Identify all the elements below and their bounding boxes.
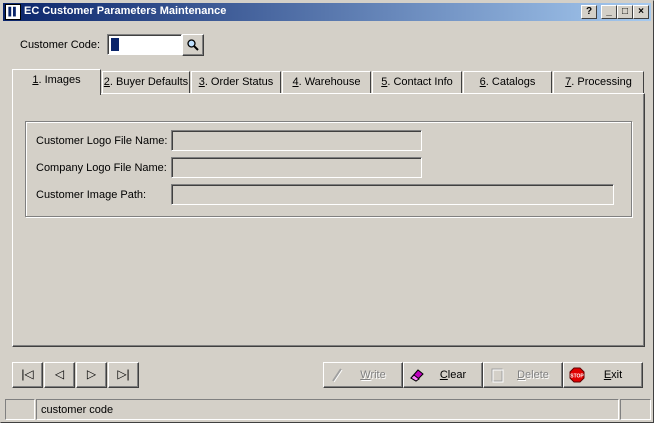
status-message: customer code <box>41 404 114 416</box>
customer-image-path-label: Customer Image Path: <box>36 189 147 201</box>
tab-buyer-defaults[interactable]: 2. Buyer Defaults <box>102 71 190 93</box>
customer-code-label: Customer Code: <box>20 39 101 51</box>
tab-contact-info[interactable]: 5. Contact Info <box>372 71 462 93</box>
stop-sign-text: STOP <box>570 374 584 380</box>
stop-sign-icon: STOP <box>569 367 585 383</box>
tab-warehouse[interactable]: 4. Warehouse <box>282 71 371 93</box>
write-label: rite <box>370 369 386 381</box>
tab-images[interactable]: 1. Images <box>12 69 101 95</box>
status-pane-left <box>5 399 35 420</box>
company-logo-label: Company Logo File Name: <box>36 162 167 174</box>
tab-images-label: . Images <box>38 74 81 86</box>
first-record-button[interactable]: |◁ <box>12 362 43 388</box>
customer-lookup-button[interactable] <box>182 34 204 56</box>
maximize-button[interactable]: □ <box>617 5 633 19</box>
delete-document-icon <box>491 368 504 383</box>
previous-record-button[interactable]: ◁ <box>44 362 75 388</box>
window-title: EC Customer Parameters Maintenance <box>24 5 227 17</box>
minimize-button[interactable]: _ <box>601 5 617 19</box>
customer-code-input[interactable] <box>107 34 182 55</box>
customer-logo-input[interactable] <box>171 130 422 151</box>
first-record-icon: |◁ <box>21 367 34 381</box>
next-record-icon: ▷ <box>86 367 97 381</box>
status-pane-message: customer code <box>36 399 619 420</box>
delete-button[interactable]: Delete <box>483 362 563 388</box>
text-cursor-selection <box>111 38 119 51</box>
clear-key: C <box>439 369 448 381</box>
tab-catalogs-label: . Catalogs <box>485 76 536 88</box>
write-button[interactable]: Write <box>323 362 403 388</box>
tab-processing-label: . Processing <box>571 76 632 88</box>
write-key: W <box>360 369 371 381</box>
search-icon <box>187 39 199 51</box>
customer-image-path-input[interactable] <box>171 184 614 205</box>
company-logo-input[interactable] <box>171 157 422 178</box>
app-window: ▌▌ EC Customer Parameters Maintenance ? … <box>0 0 654 423</box>
tab-contact-info-label: . Contact Info <box>387 76 453 88</box>
tab-buyer-defaults-label: . Buyer Defaults <box>109 76 189 88</box>
last-record-button[interactable]: ▷| <box>108 362 139 388</box>
clear-button[interactable]: Clear <box>403 362 483 388</box>
previous-record-icon: ◁ <box>54 367 65 381</box>
help-button[interactable]: ? <box>581 5 597 19</box>
clear-label: lear <box>447 369 467 381</box>
tab-order-status-label: . Order Status <box>204 76 274 88</box>
images-group-box: Customer Logo File Name: Company Logo Fi… <box>25 121 632 217</box>
tab-catalogs[interactable]: 6. Catalogs <box>463 71 552 93</box>
last-record-icon: ▷| <box>117 367 130 381</box>
close-button[interactable]: × <box>633 5 649 19</box>
app-icon: ▌▌ <box>5 4 21 20</box>
delete-key: D <box>517 369 526 381</box>
exit-label: xit <box>611 369 623 381</box>
status-pane-right <box>620 399 651 420</box>
eraser-icon <box>410 369 424 382</box>
tab-warehouse-label: . Warehouse <box>298 76 361 88</box>
exit-button[interactable]: STOP Exit <box>563 362 643 388</box>
images-tab-panel: Customer Logo File Name: Company Logo Fi… <box>12 93 645 347</box>
tab-processing[interactable]: 7. Processing <box>553 71 644 93</box>
status-bar: customer code <box>5 399 651 420</box>
pencil-icon <box>332 368 343 383</box>
delete-label: elete <box>525 369 549 381</box>
tab-order-status[interactable]: 3. Order Status <box>191 71 281 93</box>
title-bar[interactable]: ▌▌ EC Customer Parameters Maintenance ? … <box>3 3 651 21</box>
customer-logo-label: Customer Logo File Name: <box>36 135 168 147</box>
next-record-button[interactable]: ▷ <box>76 362 107 388</box>
